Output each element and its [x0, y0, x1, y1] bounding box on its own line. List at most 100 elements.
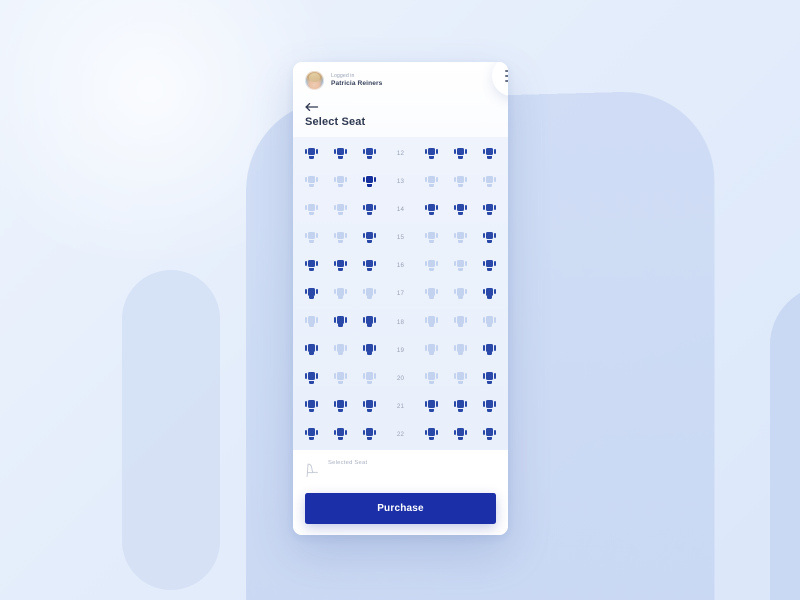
- seat-12-6[interactable]: [483, 147, 496, 160]
- seat-18-4[interactable]: [425, 316, 438, 329]
- seat-armrest-right: [373, 373, 376, 379]
- seat-base: [486, 324, 493, 328]
- seat-back: [336, 147, 345, 156]
- seat-armrest-right: [344, 148, 347, 154]
- seat-armrest-left: [363, 373, 366, 379]
- seat-22-6[interactable]: [483, 428, 496, 441]
- seat-21-5[interactable]: [454, 400, 467, 413]
- logged-in-user[interactable]: Logged in Patricia Reiners: [305, 71, 496, 90]
- seat-21-2[interactable]: [334, 400, 347, 413]
- seat-12-1[interactable]: [305, 147, 318, 160]
- seat-18-1[interactable]: [305, 316, 318, 329]
- seat-21-3[interactable]: [363, 400, 376, 413]
- seat-row: 14: [305, 200, 496, 219]
- seat-armrest-left: [363, 148, 366, 154]
- seat-19-4[interactable]: [425, 344, 438, 357]
- seat-armrest-left: [483, 204, 486, 211]
- seat-19-3[interactable]: [363, 344, 376, 357]
- seat-14-3[interactable]: [363, 203, 376, 216]
- row-number-label: 19: [396, 346, 405, 354]
- seat-22-4[interactable]: [425, 428, 438, 441]
- purchase-button[interactable]: Purchase: [305, 493, 496, 524]
- seat-12-5[interactable]: [454, 147, 467, 160]
- seat-20-5[interactable]: [454, 372, 467, 385]
- seat-20-6[interactable]: [483, 372, 496, 385]
- seat-20-3[interactable]: [363, 372, 376, 385]
- seat-12-2[interactable]: [334, 147, 347, 160]
- seat-12-4[interactable]: [425, 147, 438, 160]
- seat-row: 15: [305, 228, 496, 247]
- row-number-label: 13: [396, 178, 405, 186]
- arrow-left-icon[interactable]: [305, 101, 321, 113]
- seat-22-3[interactable]: [363, 428, 376, 441]
- seat-15-6[interactable]: [483, 231, 496, 244]
- row-number-label: 16: [396, 262, 405, 270]
- seat-armrest-right: [344, 260, 347, 267]
- seat-19-2[interactable]: [334, 344, 347, 357]
- hamburger-menu-icon[interactable]: [492, 62, 508, 96]
- seat-17-6[interactable]: [483, 287, 496, 300]
- seat-13-4[interactable]: [425, 175, 438, 188]
- seat-15-2[interactable]: [334, 231, 347, 244]
- seat-18-5[interactable]: [454, 316, 467, 329]
- seat-14-6[interactable]: [483, 203, 496, 216]
- seat-20-2[interactable]: [334, 372, 347, 385]
- seat-19-6[interactable]: [483, 344, 496, 357]
- seat-15-3[interactable]: [363, 231, 376, 244]
- menu-line-3: [504, 79, 508, 82]
- seat-base: [457, 183, 464, 187]
- seat-13-3[interactable]: [363, 175, 376, 188]
- seat-18-6[interactable]: [483, 316, 496, 329]
- seat-21-6[interactable]: [483, 400, 496, 413]
- seat-16-1[interactable]: [305, 259, 318, 272]
- seat-17-3[interactable]: [363, 287, 376, 300]
- seat-15-4[interactable]: [425, 231, 438, 244]
- seat-base: [428, 268, 435, 272]
- seat-armrest-right: [493, 232, 496, 239]
- seat-21-4[interactable]: [425, 400, 438, 413]
- seat-armrest-left: [425, 260, 428, 267]
- seat-16-2[interactable]: [334, 259, 347, 272]
- seat-19-1[interactable]: [305, 344, 318, 357]
- seat-13-2[interactable]: [334, 175, 347, 188]
- seat-16-6[interactable]: [483, 259, 496, 272]
- seat-base: [366, 408, 373, 412]
- seat-17-5[interactable]: [454, 287, 467, 300]
- seat-armrest-left: [363, 232, 366, 239]
- seat-17-2[interactable]: [334, 287, 347, 300]
- seat-16-5[interactable]: [454, 259, 467, 272]
- seat-armrest-right: [344, 345, 347, 351]
- seat-back: [485, 400, 494, 408]
- seat-18-2[interactable]: [334, 316, 347, 329]
- row-number-label: 12: [396, 150, 405, 157]
- seat-row: 22: [305, 425, 496, 444]
- seat-17-4[interactable]: [425, 287, 438, 300]
- seat-14-2[interactable]: [334, 203, 347, 216]
- seat-19-5[interactable]: [454, 344, 467, 357]
- seat-armrest-right: [344, 373, 347, 379]
- seat-13-6[interactable]: [483, 175, 496, 188]
- seat-14-1[interactable]: [305, 203, 318, 216]
- seat-15-5[interactable]: [454, 231, 467, 244]
- seat-15-1[interactable]: [305, 231, 318, 244]
- phone-mockup-card: Logged in Patricia Reiners Select Seat 1…: [293, 62, 508, 535]
- seat-18-3[interactable]: [363, 316, 376, 329]
- row-number-label: 15: [396, 234, 405, 242]
- seat-armrest-left: [305, 148, 308, 154]
- seat-22-1[interactable]: [305, 428, 318, 441]
- seat-20-1[interactable]: [305, 372, 318, 385]
- seat-armrest-left: [425, 345, 428, 351]
- seat-21-1[interactable]: [305, 400, 318, 413]
- seat-17-1[interactable]: [305, 287, 318, 300]
- seat-14-5[interactable]: [454, 203, 467, 216]
- seat-16-4[interactable]: [425, 259, 438, 272]
- seat-22-2[interactable]: [334, 428, 347, 441]
- seat-16-3[interactable]: [363, 259, 376, 272]
- seat-14-4[interactable]: [425, 203, 438, 216]
- seat-22-5[interactable]: [454, 428, 467, 441]
- menu-line-1: [504, 70, 508, 73]
- seat-13-5[interactable]: [454, 175, 467, 188]
- seat-20-4[interactable]: [425, 372, 438, 385]
- seat-12-3[interactable]: [363, 147, 376, 160]
- seat-13-1[interactable]: [305, 175, 318, 188]
